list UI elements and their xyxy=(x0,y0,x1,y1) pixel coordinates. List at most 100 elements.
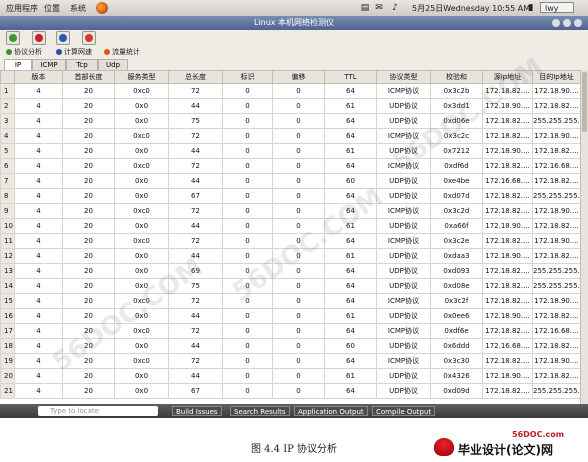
row-number: 8 xyxy=(0,188,15,204)
row-number-header[interactable] xyxy=(0,70,15,84)
column-header[interactable]: 总长度 xyxy=(168,70,223,84)
table-row[interactable]: 18 4 20 0x0 44 0 0 60 UDP协议 0x6ddd 172.16.68.... 17… xyxy=(0,338,581,354)
column-header[interactable]: 校验和 xyxy=(430,70,483,84)
column-header[interactable]: 标识 xyxy=(222,70,273,84)
tab-network-speed[interactable]: 计算网速 xyxy=(56,47,92,57)
table-cell: 0xd093 xyxy=(430,263,483,279)
table-row[interactable]: 11 4 20 0xc0 72 0 0 64 ICMP协议 0x3c2e 172.18.82....… xyxy=(0,233,581,249)
table-row[interactable]: 3 4 20 0x0 75 0 0 64 UDP协议 0xd06e 172.18.82.... 255… xyxy=(0,113,581,129)
tab-tcp[interactable]: Tcp xyxy=(66,59,98,70)
table-row[interactable]: 20 4 20 0x0 44 0 0 61 UDP协议 0x4326 172.18.90.... 17… xyxy=(0,368,581,384)
table-row[interactable]: 4 4 20 0xc0 72 0 0 64 ICMP协议 0x3c2c 172.18.82.... 1… xyxy=(0,128,581,144)
table-cell: 44 xyxy=(168,308,223,324)
search-results-tab[interactable]: Search Results xyxy=(230,406,290,416)
table-cell: 0 xyxy=(222,83,273,99)
column-header[interactable]: TTL xyxy=(324,70,377,84)
table-cell: 172.18.82.... xyxy=(482,203,533,219)
user-menu[interactable]: lwy xyxy=(540,2,574,13)
toolbar xyxy=(0,30,588,47)
column-header[interactable]: 源Ip地址 xyxy=(482,70,533,84)
table-cell: 0x0 xyxy=(114,98,169,114)
column-header[interactable]: 首部长度 xyxy=(62,70,115,84)
table-row[interactable]: 15 4 20 0xc0 72 0 0 64 ICMP协议 0x3c2f 172.18.82....… xyxy=(0,293,581,309)
column-header[interactable]: 协议类型 xyxy=(376,70,431,84)
column-header[interactable]: 偏移 xyxy=(272,70,325,84)
table-cell: 20 xyxy=(62,128,115,144)
table-row[interactable]: 13 4 20 0x0 69 0 0 64 UDP协议 0xd093 172.18.82.... 25… xyxy=(0,263,581,279)
table-cell: 172.18.90.... xyxy=(532,233,581,249)
table-cell: 255.255.255.... xyxy=(532,383,581,399)
table-header: 版本 首部长度 服务类型 总长度 标识 偏移 TTL 协议类型 校验和 源Ip地址 目的Ip地址 xyxy=(0,70,581,84)
table-cell: 4 xyxy=(14,83,63,99)
build-issues-tab[interactable]: Build Issues xyxy=(172,406,222,416)
firefox-icon[interactable] xyxy=(96,2,108,14)
column-header[interactable]: 版本 xyxy=(14,70,63,84)
table-cell: 0 xyxy=(272,83,325,99)
table-cell: 61 xyxy=(324,218,377,234)
site-url: 56DOC.com xyxy=(512,430,565,439)
table-cell: 20 xyxy=(62,233,115,249)
scrollbar-thumb[interactable] xyxy=(582,72,587,132)
applications-menu[interactable]: 应用程序 xyxy=(6,3,38,14)
compile-output-tab[interactable]: Compile Output xyxy=(372,406,436,416)
exit-button[interactable] xyxy=(82,31,96,45)
places-menu[interactable]: 位置 xyxy=(44,3,60,14)
table-cell: 20 xyxy=(62,98,115,114)
info-button[interactable] xyxy=(56,31,70,45)
table-row[interactable]: 8 4 20 0x0 67 0 0 64 UDP协议 0xd07d 172.18.82.... 255… xyxy=(0,188,581,204)
start-capture-button[interactable] xyxy=(6,31,20,45)
row-number: 15 xyxy=(0,293,15,309)
tab-traffic-stats[interactable]: 流量统计 xyxy=(104,47,140,57)
row-number: 1 xyxy=(0,83,15,99)
table-row[interactable]: 7 4 20 0x0 44 0 0 60 UDP协议 0xe4be 172.16.68.... 172… xyxy=(0,173,581,189)
table-row[interactable]: 16 4 20 0x0 44 0 0 61 UDP协议 0x0ee6 172.18.90.... 17… xyxy=(0,308,581,324)
table-cell: UDP协议 xyxy=(376,173,431,189)
locator-search-input[interactable]: Type to locate xyxy=(38,406,158,416)
column-header[interactable]: 目的Ip地址 xyxy=(532,70,581,84)
table-row[interactable]: 21 4 20 0x0 67 0 0 64 UDP协议 0xd09d 172.18.82.... 25… xyxy=(0,383,581,399)
table-cell: 4 xyxy=(14,143,63,159)
table-cell: UDP协议 xyxy=(376,218,431,234)
clock[interactable]: 5月25日Wednesday 10:55 AM xyxy=(412,3,530,14)
table-cell: 0 xyxy=(272,218,325,234)
tab-icmp[interactable]: ICMP xyxy=(32,59,66,70)
table-cell: 0xdaa3 xyxy=(430,248,483,264)
table-cell: 72 xyxy=(168,293,223,309)
mail-icon[interactable]: ✉ xyxy=(374,3,384,13)
system-menu[interactable]: 系统 xyxy=(70,3,86,14)
table-cell: 75 xyxy=(168,278,223,294)
column-header[interactable]: 服务类型 xyxy=(114,70,169,84)
table-row[interactable]: 19 4 20 0xc0 72 0 0 64 ICMP协议 0x3c30 172.18.82....… xyxy=(0,353,581,369)
table-cell: 20 xyxy=(62,263,115,279)
table-cell: 0 xyxy=(222,158,273,174)
table-cell: 4 xyxy=(14,98,63,114)
network-icon[interactable]: ▤ xyxy=(360,3,370,13)
close-icon[interactable] xyxy=(574,19,582,27)
table-row[interactable]: 9 4 20 0xc0 72 0 0 64 ICMP协议 0x3c2d 172.18.82.... 1… xyxy=(0,203,581,219)
maximize-icon[interactable] xyxy=(563,19,571,27)
table-cell: 4 xyxy=(14,113,63,129)
stop-capture-button[interactable] xyxy=(32,31,46,45)
table-row[interactable]: 10 4 20 0x0 44 0 0 61 UDP协议 0xa66f 172.18.90.... 17… xyxy=(0,218,581,234)
volume-icon[interactable]: ♪ xyxy=(390,3,400,13)
table-cell: 4 xyxy=(14,278,63,294)
vertical-scrollbar[interactable] xyxy=(580,70,588,404)
table-row[interactable]: 17 4 20 0xc0 72 0 0 64 ICMP协议 0xdf6e 172.18.82....… xyxy=(0,323,581,339)
tab-udp[interactable]: Udp xyxy=(98,59,128,70)
table-row[interactable]: 14 4 20 0x0 75 0 0 64 UDP协议 0xd08e 172.18.82.... 25… xyxy=(0,278,581,294)
application-output-tab[interactable]: Application Output xyxy=(294,406,368,416)
table-row[interactable]: 1 4 20 0xc0 72 0 0 64 ICMP协议 0x3c2b 172.18.82.... 1… xyxy=(0,83,581,99)
table-cell: 0 xyxy=(222,338,273,354)
table-row[interactable]: 6 4 20 0xc0 72 0 0 64 ICMP协议 0xdf6d 172.18.82.... 1… xyxy=(0,158,581,174)
tab-protocol-analysis[interactable]: 协议分析 xyxy=(6,47,42,57)
table-row[interactable]: 5 4 20 0x0 44 0 0 61 UDP协议 0x7212 172.18.90.... 172… xyxy=(0,143,581,159)
table-row[interactable]: 2 4 20 0x0 44 0 0 61 UDP协议 0x3dd1 172.18.90.... 172… xyxy=(0,98,581,114)
table-cell: 0 xyxy=(272,128,325,144)
table-row[interactable]: 12 4 20 0x0 44 0 0 61 UDP协议 0xdaa3 172.18.90.... 17… xyxy=(0,248,581,264)
minimize-icon[interactable] xyxy=(552,19,560,27)
table-cell: 0x3c2e xyxy=(430,233,483,249)
table-cell: 0x3dd1 xyxy=(430,98,483,114)
tab-ip[interactable]: IP xyxy=(4,59,32,70)
table-cell: 0 xyxy=(272,338,325,354)
battery-icon[interactable]: ▮ xyxy=(526,3,536,13)
